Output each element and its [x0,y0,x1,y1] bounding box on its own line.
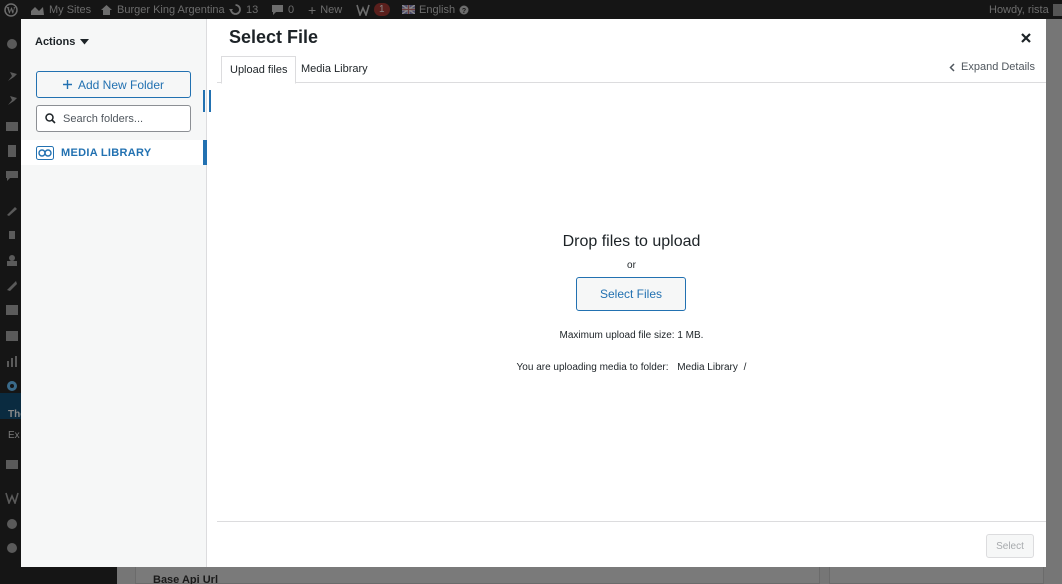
select-files-button[interactable]: Select Files [576,277,686,311]
actions-label: Actions [35,36,76,48]
table-icon [5,330,19,342]
language-switcher[interactable]: English ? [402,0,469,19]
site-name-label: Burger King Argentina [117,3,225,16]
comments-count: 0 [288,3,295,16]
updates-icon [229,4,241,15]
home-icon [101,4,112,15]
media-library-folder-label: MEDIA LIBRARY [61,146,152,159]
wordpress-logo-icon[interactable]: W [4,0,18,19]
my-sites-menu[interactable]: My Sites [30,0,91,19]
appearance-icon [5,204,19,216]
pin-icon [5,94,19,106]
close-icon [1021,33,1031,43]
plugin-logo-icon [5,492,19,504]
upload-target-folder: You are uploading media to folder: Media… [217,362,1046,373]
pages-icon [5,145,19,157]
updates-menu[interactable]: 13 [229,0,258,19]
tab-upload-files[interactable]: Upload files [221,56,297,84]
gear-icon [5,380,19,392]
or-separator: or [627,260,636,271]
modal-tabs: Upload files Media Library [217,56,1046,84]
modal-title: Select File [229,27,319,47]
plus-icon [62,80,72,89]
select-button[interactable]: Select [986,534,1034,558]
plugin-notification[interactable]: 1 [356,0,390,19]
upload-target-slash: / [743,362,747,373]
avatar [1052,3,1062,16]
users-icon [5,254,19,266]
background-field-label: Base Api Url [153,574,219,584]
admin-bar: W My Sites Burger King Argentina 13 0 + … [0,0,1062,19]
upload-target-folder-name: Media Library [677,362,738,373]
collapse-icon [5,542,19,554]
updates-count: 13 [246,3,259,16]
search-folders-field [36,105,191,132]
expand-details-toggle[interactable]: Expand Details [949,61,1035,73]
new-label: New [320,3,343,16]
modal-toolbar: Select [217,521,1046,567]
site-name-menu[interactable]: Burger King Argentina [100,0,225,19]
uk-flag-icon [402,5,415,14]
plugin-logo-icon [356,4,370,16]
language-label: English [419,3,456,16]
upload-target-prefix: You are uploading media to folder: [516,362,669,373]
chart-icon [5,355,19,367]
svg-text:W: W [7,5,16,15]
account-menu[interactable]: Howdy, rista [989,0,1062,19]
notification-badge: 1 [374,3,390,16]
plugins-icon [5,229,19,241]
chevron-left-icon [949,62,955,72]
folder-sidebar: Actions Add New Folder MEDIA LIBRARY [21,19,207,567]
folder-item-media-library[interactable]: MEDIA LIBRARY [21,140,207,165]
actions-dropdown[interactable]: Actions [35,36,90,48]
my-sites-icon [31,6,44,15]
plus-icon: + [308,1,317,18]
admin-submenu-item: Ex [8,430,20,441]
dashboard-icon [5,37,19,49]
upload-dropzone[interactable]: Drop files to upload or Select Files Max… [217,83,1046,521]
svg-text:?: ? [462,8,466,15]
select-file-modal: Actions Add New Folder MEDIA LIBRARY Sel… [21,19,1046,567]
my-sites-label: My Sites [49,3,92,16]
media-icon [5,120,19,132]
comment-icon [272,4,283,15]
tools-icon [5,279,19,291]
sidebar-resize-handle[interactable] [203,90,211,112]
close-button[interactable] [1017,29,1035,47]
active-folder-indicator [203,140,207,165]
max-upload-size-text: Maximum upload file size: 1 MB. [559,330,704,341]
help-icon: ? [459,5,469,15]
add-new-folder-button[interactable]: Add New Folder [36,71,191,98]
pin-icon [5,70,19,82]
greeting-label: Howdy, rista [989,3,1049,16]
tab-media-library[interactable]: Media Library [293,56,376,83]
media-library-folder-icon [36,145,54,160]
mail-icon [5,458,19,470]
shield-icon [5,518,19,530]
search-folders-input[interactable] [63,112,183,125]
caret-down-icon [80,39,90,45]
add-new-folder-label: Add New Folder [77,77,165,92]
search-icon [45,113,56,124]
comments-icon [5,170,19,182]
expand-details-label: Expand Details [961,61,1035,73]
settings-icon [5,304,19,316]
drop-files-heading: Drop files to upload [562,233,701,250]
comments-menu[interactable]: 0 [271,0,294,19]
new-content-menu[interactable]: + New [308,0,342,19]
